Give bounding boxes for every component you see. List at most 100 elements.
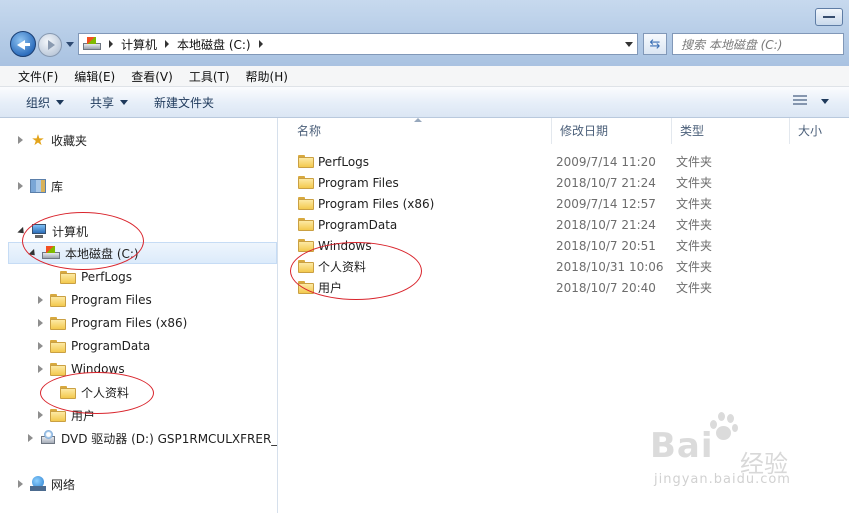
file-date: 2018/10/7 21:24 bbox=[556, 217, 656, 232]
menu-help[interactable]: 帮助(H) bbox=[238, 68, 296, 85]
chevron-down-icon bbox=[56, 99, 65, 105]
menu-tools[interactable]: 工具(T) bbox=[181, 68, 238, 85]
expand-arrow-icon[interactable] bbox=[38, 319, 43, 327]
menu-file[interactable]: 文件(F) bbox=[0, 68, 66, 85]
tree-label: PerfLogs bbox=[81, 270, 133, 284]
organize-label: 组织 bbox=[26, 95, 51, 110]
folder-icon bbox=[50, 362, 66, 376]
organize-button[interactable]: 组织 bbox=[26, 94, 65, 111]
library-icon bbox=[30, 179, 46, 193]
folder-icon bbox=[298, 218, 314, 231]
file-date: 2009/7/14 12:57 bbox=[556, 196, 656, 211]
baidu-watermark: Bai 经验 jingyan.baidu.com bbox=[650, 412, 840, 502]
file-type: 文件夹 bbox=[676, 197, 713, 211]
file-date: 2018/10/7 20:40 bbox=[556, 280, 656, 295]
file-name: Program Files (x86) bbox=[318, 196, 435, 211]
navigation-pane[interactable]: ★ 收藏夹 库 计算机 本地磁盘 (C:) PerfLogs Program F… bbox=[0, 118, 278, 513]
expand-arrow-icon[interactable] bbox=[38, 365, 43, 373]
chevron-down-icon bbox=[821, 98, 829, 104]
column-type[interactable]: 类型 bbox=[672, 118, 790, 144]
file-name: Program Files bbox=[318, 175, 399, 190]
tree-label: 网络 bbox=[51, 477, 76, 492]
share-label: 共享 bbox=[90, 95, 115, 110]
tree-label: DVD 驱动器 (D:) GSP1RMCULXFRER_C bbox=[61, 431, 278, 446]
share-button[interactable]: 共享 bbox=[90, 94, 129, 111]
file-date: 2018/10/31 10:06 bbox=[556, 259, 664, 274]
folder-icon bbox=[298, 176, 314, 189]
tree-item-favorites[interactable]: ★ 收藏夹 bbox=[18, 129, 87, 151]
column-name[interactable]: 名称 bbox=[278, 118, 552, 144]
file-type: 文件夹 bbox=[676, 155, 713, 169]
breadcrumb-separator-icon[interactable] bbox=[165, 40, 170, 48]
expand-arrow-icon[interactable] bbox=[38, 296, 43, 304]
tree-label: Program Files (x86) bbox=[71, 316, 188, 330]
breadcrumb-separator-icon[interactable] bbox=[258, 40, 263, 48]
breadcrumb-computer[interactable]: 计算机 bbox=[121, 36, 157, 53]
menu-edit[interactable]: 编辑(E) bbox=[66, 68, 123, 85]
refresh-icon: ⇆ bbox=[649, 36, 661, 52]
refresh-button[interactable]: ⇆ bbox=[643, 33, 667, 55]
file-row[interactable]: ProgramData 2018/10/7 21:24 文件夹 bbox=[278, 214, 849, 235]
tree-item-dvd-drive[interactable]: DVD 驱动器 (D:) GSP1RMCULXFRER_C bbox=[28, 427, 278, 449]
expand-arrow-icon[interactable] bbox=[18, 480, 23, 488]
file-type: 文件夹 bbox=[676, 260, 713, 274]
menu-bar: 文件(F) 编辑(E) 查看(V) 工具(T) 帮助(H) bbox=[0, 66, 849, 87]
file-type: 文件夹 bbox=[676, 281, 713, 295]
tree-item-network[interactable]: 网络 bbox=[18, 473, 75, 495]
folder-icon bbox=[50, 339, 66, 353]
folder-icon bbox=[50, 408, 66, 422]
search-input[interactable] bbox=[679, 35, 823, 55]
tree-item-folder[interactable]: Program Files bbox=[38, 289, 152, 311]
address-dropdown-icon[interactable] bbox=[625, 42, 633, 47]
search-box[interactable] bbox=[672, 33, 844, 55]
expand-arrow-icon[interactable] bbox=[28, 434, 33, 442]
file-date: 2018/10/7 21:24 bbox=[556, 175, 656, 190]
title-bar: 计算机 本地磁盘 (C:) ⇆ bbox=[0, 0, 849, 67]
tree-item-folder[interactable]: ProgramData bbox=[38, 335, 150, 357]
view-details-icon bbox=[793, 95, 807, 107]
annotation-ellipse-local-disk bbox=[22, 212, 144, 270]
folder-icon bbox=[298, 155, 314, 168]
tree-label: Program Files bbox=[71, 293, 152, 307]
network-icon bbox=[30, 476, 46, 492]
file-type: 文件夹 bbox=[676, 218, 713, 232]
watermark-url: jingyan.baidu.com bbox=[654, 472, 791, 487]
minimize-button[interactable] bbox=[815, 8, 843, 26]
forward-button[interactable] bbox=[38, 33, 62, 57]
breadcrumb-separator-icon[interactable] bbox=[109, 40, 113, 48]
column-size[interactable]: 大小 bbox=[790, 118, 849, 144]
expand-arrow-icon[interactable] bbox=[38, 411, 43, 419]
tree-label: ProgramData bbox=[71, 339, 151, 353]
change-view-button[interactable] bbox=[793, 95, 829, 107]
expand-arrow-icon[interactable] bbox=[18, 136, 23, 144]
expand-arrow-icon[interactable] bbox=[18, 182, 23, 190]
column-date[interactable]: 修改日期 bbox=[552, 118, 672, 144]
star-icon: ★ bbox=[31, 131, 45, 149]
file-row[interactable]: Program Files (x86) 2009/7/14 12:57 文件夹 bbox=[278, 193, 849, 214]
breadcrumb-local-disk[interactable]: 本地磁盘 (C:) bbox=[177, 36, 251, 53]
folder-icon bbox=[60, 270, 76, 284]
file-type: 文件夹 bbox=[676, 176, 713, 190]
folder-icon bbox=[50, 316, 66, 330]
file-row[interactable]: Program Files 2018/10/7 21:24 文件夹 bbox=[278, 172, 849, 193]
watermark-logo: Bai bbox=[650, 426, 714, 466]
address-bar[interactable]: 计算机 本地磁盘 (C:) bbox=[78, 33, 638, 55]
back-button[interactable] bbox=[10, 31, 36, 57]
chevron-down-icon bbox=[120, 99, 129, 105]
annotation-ellipse-personal-folder-tree bbox=[40, 372, 154, 414]
file-row[interactable]: PerfLogs 2009/7/14 11:20 文件夹 bbox=[278, 151, 849, 172]
tree-item-folder[interactable]: Program Files (x86) bbox=[38, 312, 187, 334]
tree-item-libraries[interactable]: 库 bbox=[18, 175, 63, 197]
folder-icon bbox=[50, 293, 66, 307]
file-date: 2009/7/14 11:20 bbox=[556, 154, 656, 169]
drive-icon bbox=[83, 37, 101, 51]
tree-label: 收藏夹 bbox=[51, 133, 88, 148]
file-date: 2018/10/7 20:51 bbox=[556, 238, 656, 253]
file-name: PerfLogs bbox=[318, 154, 370, 169]
command-bar: 组织 共享 新建文件夹 bbox=[0, 87, 849, 118]
expand-arrow-icon[interactable] bbox=[38, 342, 43, 350]
menu-view[interactable]: 查看(V) bbox=[123, 68, 181, 85]
column-header: 名称 修改日期 类型 大小 bbox=[278, 118, 849, 144]
recent-pages-dropdown[interactable] bbox=[66, 42, 74, 47]
new-folder-button[interactable]: 新建文件夹 bbox=[154, 94, 214, 111]
